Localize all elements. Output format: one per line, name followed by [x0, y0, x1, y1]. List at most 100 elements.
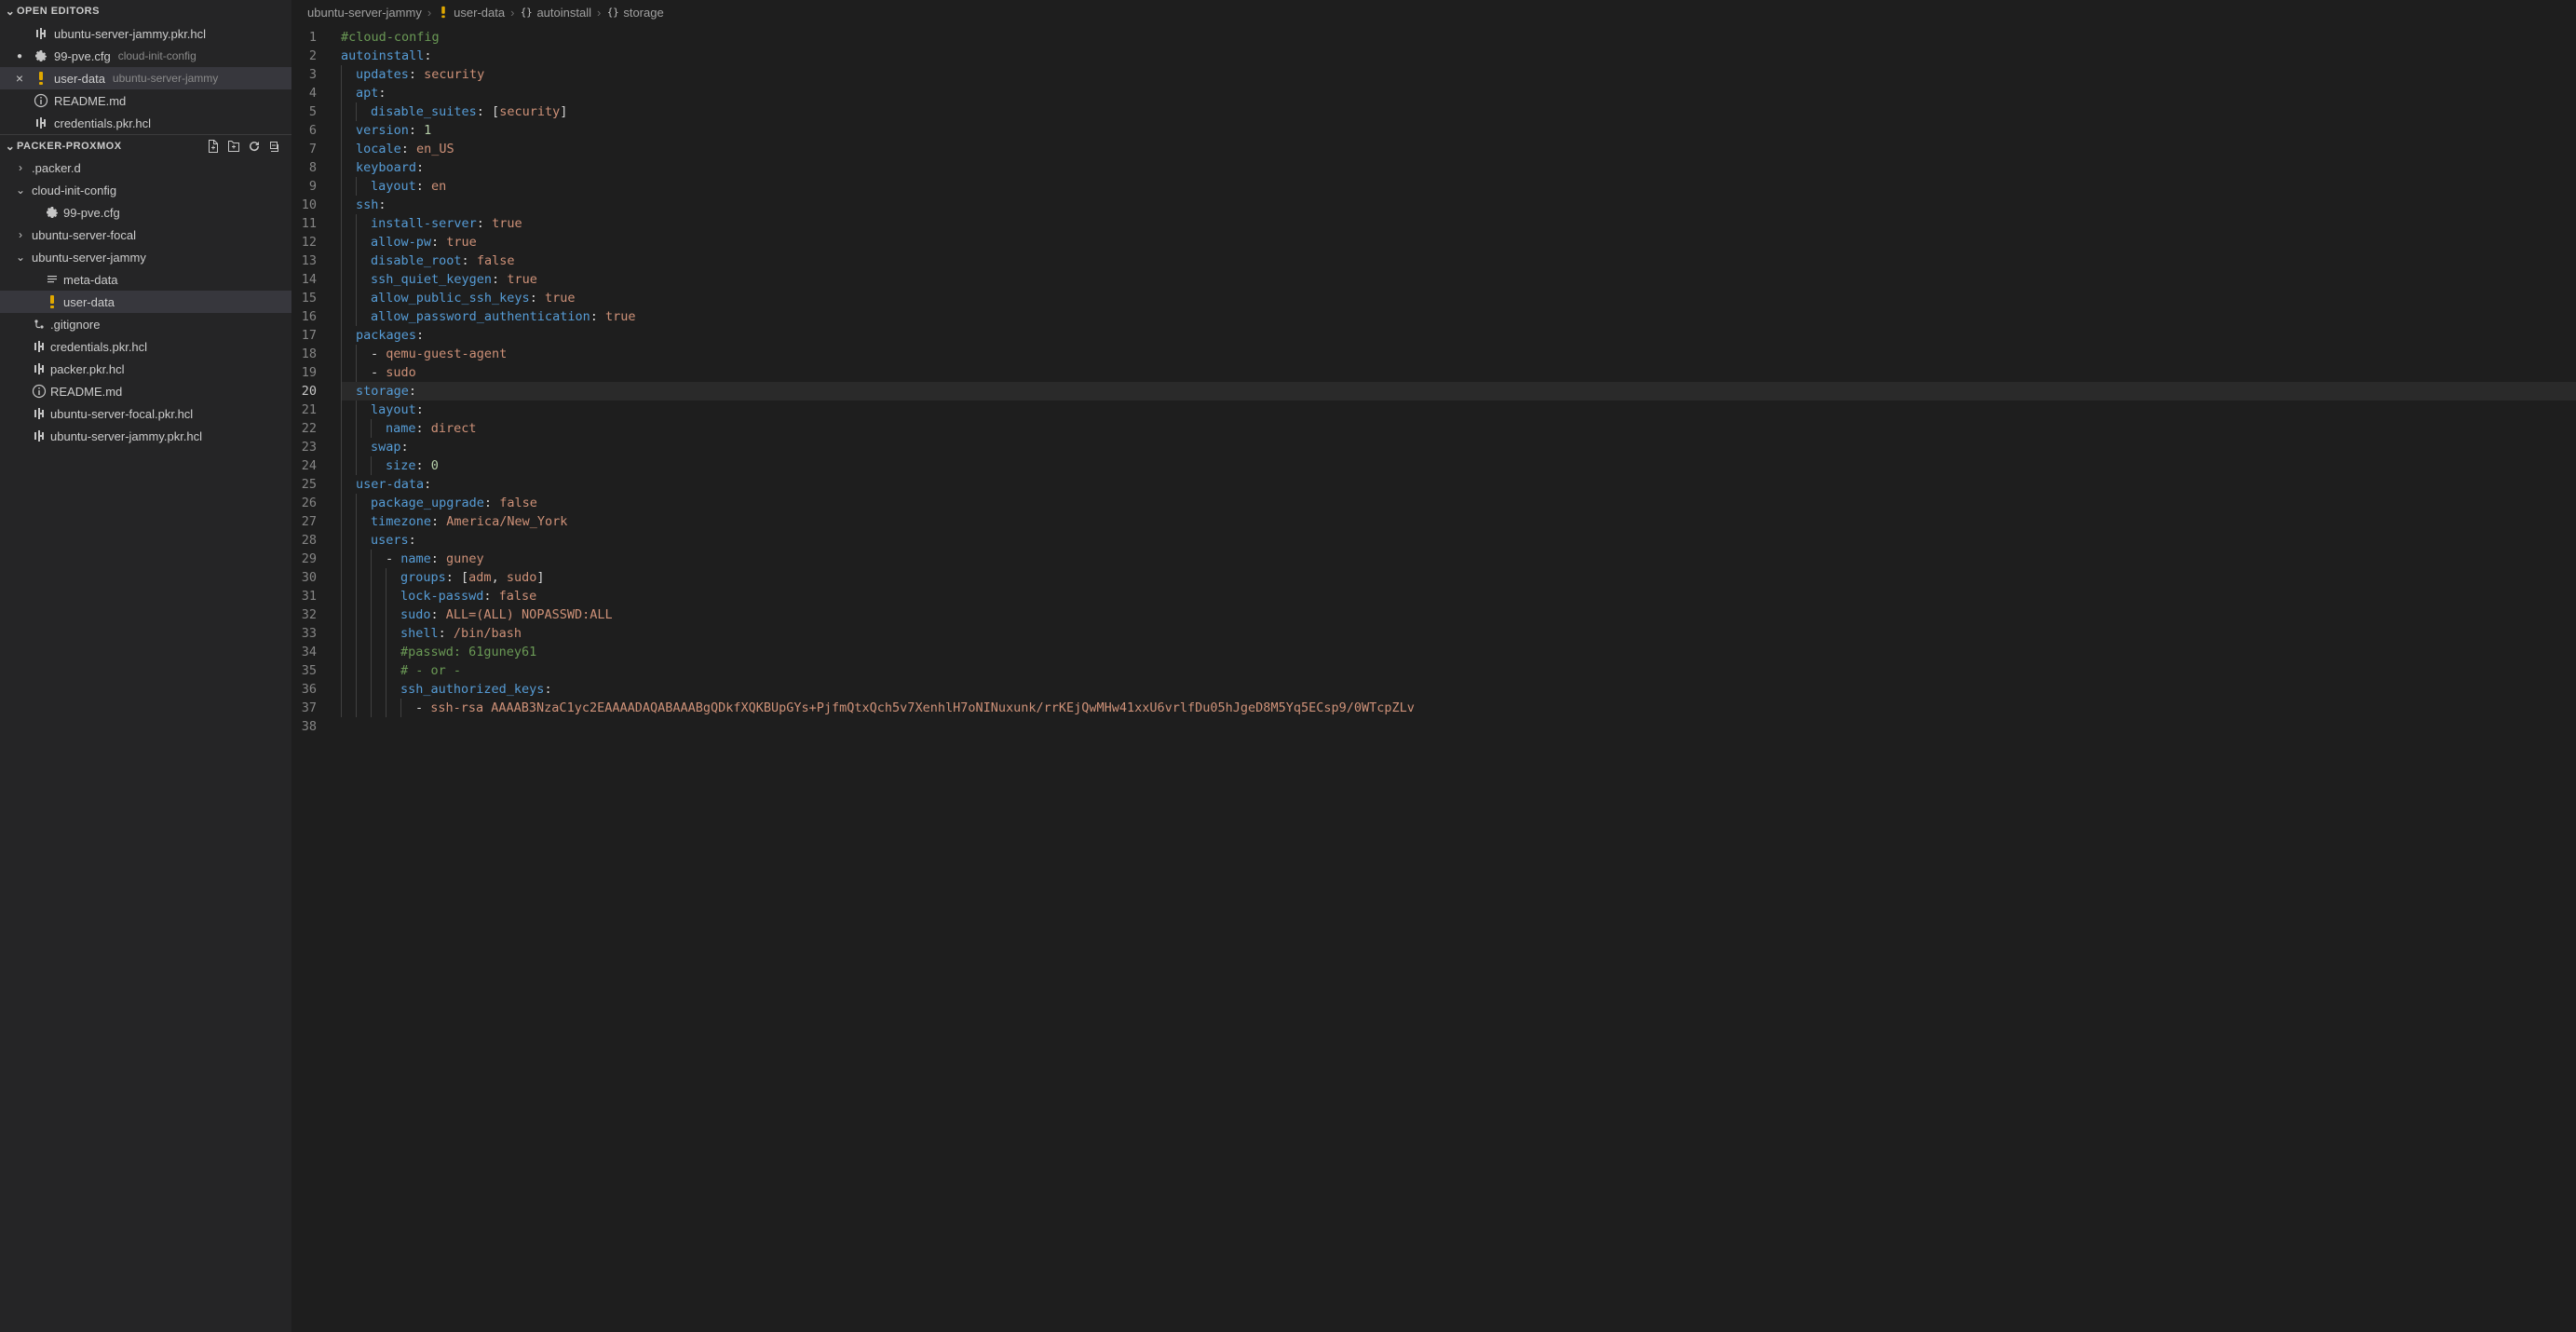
code-line[interactable]: - name: guney	[341, 550, 2576, 568]
hcl-icon	[34, 116, 48, 130]
breadcrumb-item[interactable]: ubuntu-server-jammy	[307, 6, 422, 20]
close-icon[interactable]: ×	[11, 71, 28, 86]
open-editor-item[interactable]: ×README.md	[0, 89, 291, 112]
open-editor-item[interactable]: ×ubuntu-server-jammy.pkr.hcl	[0, 22, 291, 45]
code-line[interactable]: - sudo	[341, 363, 2576, 382]
code-line[interactable]: ssh_quiet_keygen: true	[341, 270, 2576, 289]
open-editor-item[interactable]: ●99-pve.cfgcloud-init-config	[0, 45, 291, 67]
line-number: 10	[292, 196, 324, 214]
code-line[interactable]: ssh_authorized_keys:	[341, 680, 2576, 699]
code-line[interactable]: install-server: true	[341, 214, 2576, 233]
chevron-right-icon[interactable]: ›	[13, 228, 28, 241]
tree-item[interactable]: 99-pve.cfg	[0, 201, 291, 224]
code-line[interactable]: layout:	[341, 401, 2576, 419]
code-line[interactable]: #cloud-config	[341, 28, 2576, 47]
tree-item[interactable]: user-data	[0, 291, 291, 313]
code-line[interactable]: name: direct	[341, 419, 2576, 438]
breadcrumb-item[interactable]: {}storage	[606, 6, 663, 20]
bang-icon	[437, 6, 450, 19]
code-area[interactable]: 1234567891011121314151617181920212223242…	[292, 24, 2576, 1332]
code-line[interactable]: lock-passwd: false	[341, 587, 2576, 605]
tree-item-label: ubuntu-server-focal.pkr.hcl	[50, 407, 193, 421]
code-line[interactable]: autoinstall:	[341, 47, 2576, 65]
chevron-down-icon[interactable]: ⌄	[13, 183, 28, 197]
code-line[interactable]: shell: /bin/bash	[341, 624, 2576, 643]
explorer-header[interactable]: ⌄ PACKER-PROXMOX	[0, 134, 291, 156]
code-line[interactable]: allow-pw: true	[341, 233, 2576, 251]
code-line[interactable]: - qemu-guest-agent	[341, 345, 2576, 363]
breadcrumb-label: ubuntu-server-jammy	[307, 6, 422, 20]
breadcrumb-item[interactable]: user-data	[437, 6, 505, 20]
hcl-icon	[32, 339, 47, 354]
code-line[interactable]: groups: [adm, sudo]	[341, 568, 2576, 587]
open-editor-item[interactable]: ×user-dataubuntu-server-jammy	[0, 67, 291, 89]
new-file-icon[interactable]	[206, 139, 221, 154]
code-line[interactable]: disable_root: false	[341, 251, 2576, 270]
open-editors-list: ×ubuntu-server-jammy.pkr.hcl●99-pve.cfgc…	[0, 22, 291, 134]
code-line[interactable]: package_upgrade: false	[341, 494, 2576, 512]
open-editor-item[interactable]: ×credentials.pkr.hcl	[0, 112, 291, 134]
code-line[interactable]: allow_password_authentication: true	[341, 307, 2576, 326]
code-line[interactable]: user-data:	[341, 475, 2576, 494]
svg-text:{}: {}	[521, 7, 533, 19]
open-editor-path: cloud-init-config	[118, 49, 197, 62]
code-line[interactable]: storage:	[341, 382, 2576, 401]
bang-icon	[45, 294, 60, 309]
code-line[interactable]	[341, 717, 2576, 736]
code-line[interactable]: allow_public_ssh_keys: true	[341, 289, 2576, 307]
code-line[interactable]: timezone: America/New_York	[341, 512, 2576, 531]
bang-icon	[34, 71, 48, 86]
code-line[interactable]: size: 0	[341, 456, 2576, 475]
tree-item[interactable]: README.md	[0, 380, 291, 402]
tree-item[interactable]: ⌄ubuntu-server-jammy	[0, 246, 291, 268]
open-editors-header[interactable]: ⌄ OPEN EDITORS	[0, 0, 291, 22]
tree-item-label: cloud-init-config	[32, 183, 116, 197]
line-number: 15	[292, 289, 324, 307]
tree-item[interactable]: ›ubuntu-server-focal	[0, 224, 291, 246]
tree-item[interactable]: ubuntu-server-focal.pkr.hcl	[0, 402, 291, 425]
tree-item[interactable]: ⌄ cloud-init-config	[0, 179, 291, 201]
tree-item[interactable]: ubuntu-server-jammy.pkr.hcl	[0, 425, 291, 447]
code-line[interactable]: apt:	[341, 84, 2576, 102]
code-line[interactable]: version: 1	[341, 121, 2576, 140]
line-number: 9	[292, 177, 324, 196]
tree-item[interactable]: packer.pkr.hcl	[0, 358, 291, 380]
code-line[interactable]: sudo: ALL=(ALL) NOPASSWD:ALL	[341, 605, 2576, 624]
tree-item[interactable]: credentials.pkr.hcl	[0, 335, 291, 358]
breadcrumb-item[interactable]: {}autoinstall	[520, 6, 591, 20]
brace-icon: {}	[520, 6, 533, 19]
new-folder-icon[interactable]	[226, 139, 241, 154]
breadcrumb-label: autoinstall	[536, 6, 591, 20]
vscode-root: ⌄ OPEN EDITORS ×ubuntu-server-jammy.pkr.…	[0, 0, 2576, 1332]
code-line[interactable]: layout: en	[341, 177, 2576, 196]
breadcrumbs[interactable]: ubuntu-server-jammy›user-data›{}autoinst…	[292, 0, 2576, 24]
code-line[interactable]: # - or -	[341, 661, 2576, 680]
line-number: 12	[292, 233, 324, 251]
code-line[interactable]: swap:	[341, 438, 2576, 456]
tree-item[interactable]: .gitignore	[0, 313, 291, 335]
line-number: 5	[292, 102, 324, 121]
line-number: 14	[292, 270, 324, 289]
code-line[interactable]: #passwd: 61guney61	[341, 643, 2576, 661]
gutter: 1234567891011121314151617181920212223242…	[292, 24, 341, 1332]
code-line[interactable]: users:	[341, 531, 2576, 550]
editor: ubuntu-server-jammy›user-data›{}autoinst…	[292, 0, 2576, 1332]
code-line[interactable]: ssh:	[341, 196, 2576, 214]
collapse-all-icon[interactable]	[267, 139, 282, 154]
breadcrumb-sep: ›	[510, 6, 514, 20]
code-line[interactable]: locale: en_US	[341, 140, 2576, 158]
code-line[interactable]: disable_suites: [security]	[341, 102, 2576, 121]
code-line[interactable]: packages:	[341, 326, 2576, 345]
code-line[interactable]: - ssh-rsa AAAAB3NzaC1yc2EAAAADAQABAAABgQ…	[341, 699, 2576, 717]
explorer: ⌄ PACKER-PROXMOX ›.packer.d ⌄ cloud-init-c…	[0, 134, 291, 1332]
tree-item[interactable]: meta-data	[0, 268, 291, 291]
chevron-down-icon[interactable]: ⌄	[13, 251, 28, 264]
tree-item[interactable]: ›.packer.d	[0, 156, 291, 179]
chevron-right-icon[interactable]: ›	[13, 161, 28, 174]
code-line[interactable]: updates: security	[341, 65, 2576, 84]
line-number: 38	[292, 717, 324, 736]
code-line[interactable]: keyboard:	[341, 158, 2576, 177]
code[interactable]: #cloud-configautoinstall:updates: securi…	[341, 24, 2576, 1332]
line-number: 18	[292, 345, 324, 363]
refresh-icon[interactable]	[247, 139, 262, 154]
